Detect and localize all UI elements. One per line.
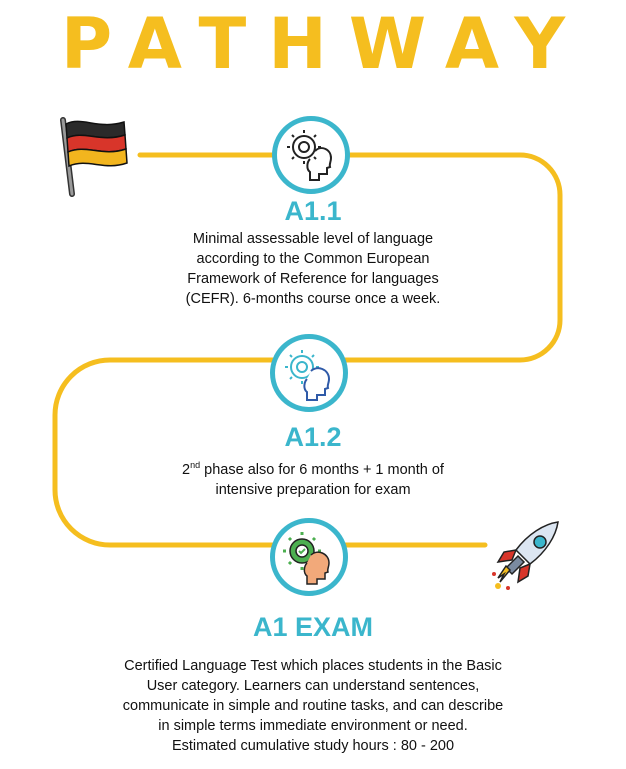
desc-line: in simple terms immediate environment or… <box>158 718 468 734</box>
desc-line: (CEFR). 6-months course once a week. <box>185 291 441 307</box>
step-a1-exam-label: A1 EXAM <box>252 612 374 642</box>
gear-head-icon <box>287 130 333 181</box>
desc-line: User category. Learners can understand s… <box>146 678 480 694</box>
desc-line: according to the Common European <box>196 251 430 267</box>
step-a1-1-label: A1.1 <box>284 196 342 226</box>
desc-line: communicate in simple and routine tasks,… <box>122 698 504 714</box>
step-a1-exam-description: Certified Language Test which places stu… <box>60 656 566 756</box>
desc-line: Certified Language Test which places stu… <box>124 658 502 674</box>
step-a1-1-icon-circle <box>272 116 350 194</box>
desc-line: Minimal assessable level of language <box>192 231 434 247</box>
desc-line: Framework of Reference for languages <box>187 271 439 287</box>
gear-head-icon <box>283 532 330 585</box>
step-a1-exam-icon-circle <box>270 518 348 596</box>
step-a1-2-description: 2nd phase also for 6 months + 1 month of… <box>120 460 506 500</box>
desc-text: 2 <box>182 462 191 478</box>
step-a1-2-label: A1.2 <box>284 422 342 452</box>
step-a1-2-icon-circle <box>270 334 348 412</box>
step-a1-1-description: Minimal assessable level of language acc… <box>120 229 506 309</box>
gear-head-icon <box>285 350 331 401</box>
superscript: nd <box>190 460 201 471</box>
german-flag-icon <box>60 117 128 197</box>
desc-line: intensive preparation for exam <box>215 482 411 498</box>
desc-line: 2nd phase also for 6 months + 1 month of <box>120 460 506 480</box>
rocket-icon <box>492 521 559 590</box>
desc-text: phase also for 6 months + 1 month of <box>200 462 444 478</box>
desc-line: Estimated cumulative study hours : 80 - … <box>171 738 455 754</box>
